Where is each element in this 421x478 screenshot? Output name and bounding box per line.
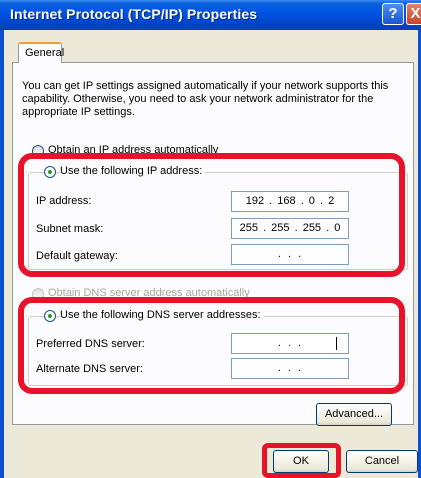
advanced-button[interactable]: Advanced... — [316, 403, 392, 426]
close-button[interactable]: X — [406, 3, 421, 25]
obtain-dns-automatically-label: Obtain DNS server address automatically — [48, 287, 250, 299]
radio-use-following-dns[interactable] — [44, 310, 56, 322]
ok-button[interactable]: OK — [273, 450, 329, 473]
window-title: Internet Protocol (TCP/IP) Properties — [10, 6, 258, 22]
ip-address-value: 192 . 168 . 0 . 2 — [245, 195, 335, 207]
help-icon: ? — [388, 5, 398, 22]
radio-obtain-ip-automatically[interactable] — [32, 145, 44, 157]
tab-general[interactable]: General — [18, 42, 65, 63]
close-icon: X — [410, 5, 421, 22]
preferred-dns-dots: . . . — [277, 337, 303, 349]
alternate-dns-input[interactable]: . . . — [231, 358, 349, 379]
default-gateway-input[interactable]: . . . — [231, 244, 349, 265]
dns-server-group — [28, 316, 408, 386]
use-following-dns-label[interactable]: Use the following DNS server addresses: — [60, 309, 264, 321]
preferred-dns-label: Preferred DNS server: — [36, 338, 145, 350]
use-following-ip-label[interactable]: Use the following IP address: — [60, 165, 206, 177]
help-button[interactable]: ? — [382, 3, 404, 25]
radio-obtain-dns-automatically — [32, 288, 44, 300]
description-text: You can get IP settings assigned automat… — [22, 80, 389, 118]
radio-use-following-ip[interactable] — [44, 166, 56, 178]
cancel-button[interactable]: Cancel — [346, 450, 418, 473]
ip-address-input[interactable]: 192 . 168 . 0 . 2 — [231, 191, 349, 212]
default-gateway-dots: . . . — [277, 248, 303, 260]
obtain-ip-automatically-label[interactable]: Obtain an IP address automatically — [48, 144, 218, 156]
ip-address-label: IP address: — [36, 195, 92, 207]
subnet-mask-value: 255 . 255 . 255 . 0 — [239, 222, 341, 234]
alternate-dns-dots: . . . — [277, 362, 303, 374]
tab-general-label: General — [25, 47, 65, 59]
preferred-dns-input[interactable]: . . . — [231, 333, 349, 354]
text-caret — [336, 337, 337, 350]
title-bar: Internet Protocol (TCP/IP) Properties ? … — [0, 0, 421, 30]
window-border-left — [0, 30, 4, 478]
alternate-dns-label: Alternate DNS server: — [36, 363, 143, 375]
default-gateway-label: Default gateway: — [36, 250, 118, 262]
subnet-mask-input[interactable]: 255 . 255 . 255 . 0 — [231, 218, 349, 239]
subnet-mask-label: Subnet mask: — [36, 223, 104, 235]
